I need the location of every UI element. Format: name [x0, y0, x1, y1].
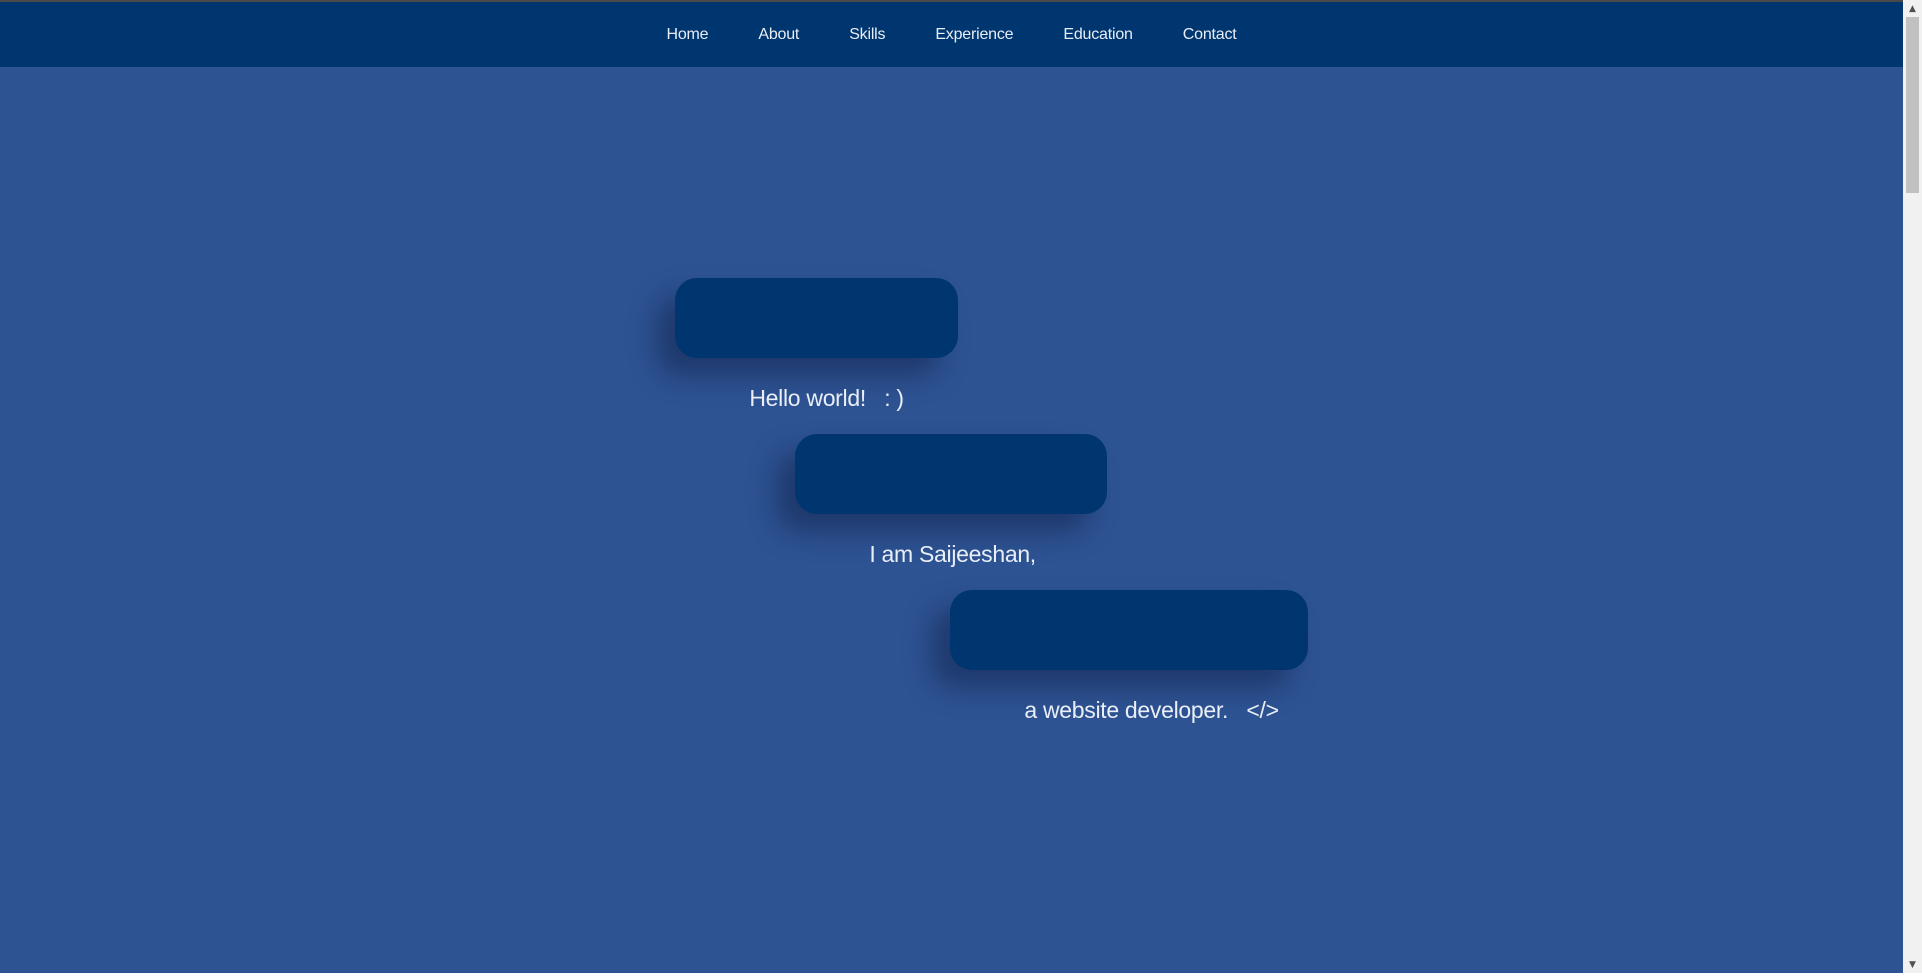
hero-greeting-text: Hello world! : ) [749, 385, 904, 411]
nav-item-skills[interactable]: Skills [824, 2, 910, 67]
nav-list: Home About Skills Experience Education C… [641, 2, 1261, 67]
hero-bubble-name: I am Saijeeshan, [795, 434, 1107, 567]
navbar: Home About Skills Experience Education C… [0, 2, 1903, 67]
hero-bubble-role: a website developer. </> [950, 590, 1308, 723]
vertical-scrollbar[interactable]: ▲ ▼ [1903, 0, 1922, 973]
nav-item-education[interactable]: Education [1038, 2, 1157, 67]
nav-item-home[interactable]: Home [641, 2, 733, 67]
hero-bubble-greeting: Hello world! : ) [675, 278, 958, 411]
nav-item-about[interactable]: About [733, 2, 824, 67]
nav-item-experience[interactable]: Experience [910, 2, 1038, 67]
hero-name-text: I am Saijeeshan, [869, 541, 1036, 567]
page-viewport: Home About Skills Experience Education C… [0, 0, 1903, 973]
hero-role-text: a website developer. </> [1024, 697, 1279, 723]
scrollbar-thumb[interactable] [1906, 17, 1919, 193]
scroll-up-arrow-icon[interactable]: ▲ [1903, 0, 1922, 17]
nav-item-contact[interactable]: Contact [1158, 2, 1262, 67]
scroll-down-arrow-icon[interactable]: ▼ [1903, 956, 1922, 973]
